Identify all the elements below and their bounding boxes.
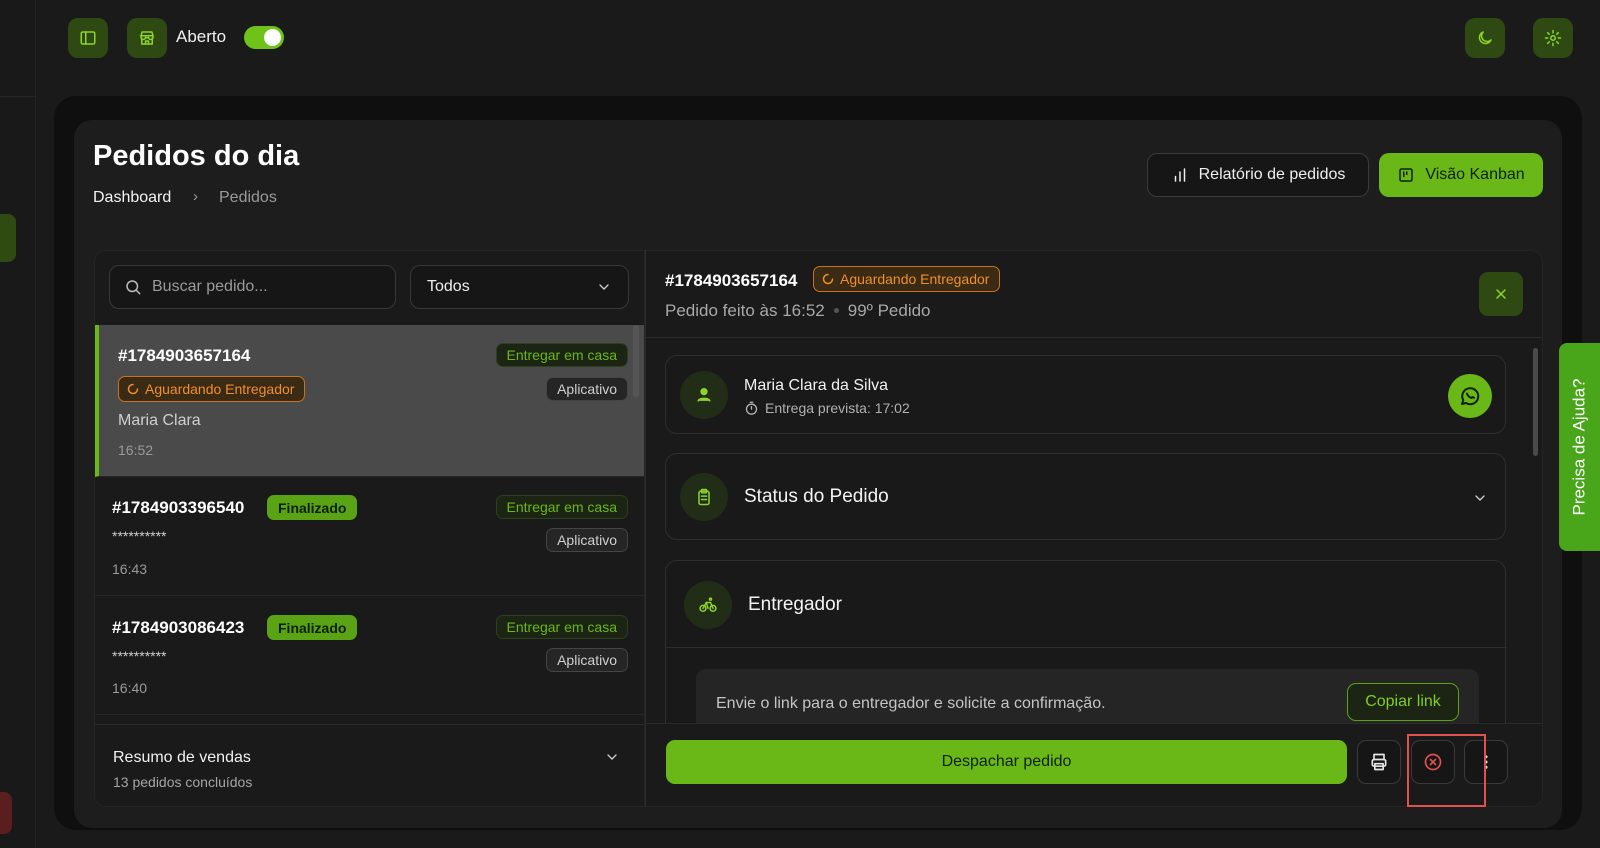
detail-status-badge: Aguardando Entregador <box>813 266 1001 292</box>
settings-button[interactable] <box>1533 18 1573 58</box>
dispatch-order-button[interactable]: Despachar pedido <box>666 740 1347 784</box>
order-status-badge: Finalizado <box>267 495 358 520</box>
status-section-icon-wrap <box>680 473 728 521</box>
order-list-item[interactable]: #1784903086423 Finalizado Entregar em ca… <box>95 596 644 715</box>
breadcrumb-current: Pedidos <box>219 189 277 206</box>
meta-separator <box>833 308 839 313</box>
delivery-type-chip: Entregar em casa <box>495 495 628 519</box>
delivery-type-chip: Entregar em casa <box>495 615 628 639</box>
chevron-down-icon <box>1475 495 1485 501</box>
sidebar-icon <box>80 31 96 45</box>
kanban-view-label: Visão Kanban <box>1425 166 1525 183</box>
kanban-icon <box>1399 168 1414 182</box>
customer-name: Maria Clara <box>118 412 201 429</box>
order-list-item[interactable]: #1784903396540 Finalizado Entregar em ca… <box>95 477 644 596</box>
close-icon <box>1496 289 1506 299</box>
gear-icon <box>1544 29 1562 47</box>
copy-link-button[interactable]: Copiar link <box>1347 683 1459 721</box>
courier-link-instructions: Envie o link para o entregador e solicit… <box>716 695 1106 712</box>
breadcrumb-dashboard[interactable]: Dashboard <box>93 189 171 207</box>
sales-summary[interactable]: Resumo de vendas 13 pedidos concluídos <box>95 724 644 806</box>
orders-list-panel: Todos #1784903657164 Entregar em casa Ag… <box>94 250 645 807</box>
sidebar-active-indicator[interactable] <box>0 214 16 262</box>
detail-header-divider <box>646 337 1542 338</box>
store-icon <box>140 31 154 45</box>
loading-icon <box>822 273 834 285</box>
bar-chart-icon <box>1174 168 1185 182</box>
search-box[interactable] <box>109 265 396 309</box>
search-input[interactable] <box>152 278 372 296</box>
sidebar-logout-indicator[interactable] <box>0 792 12 834</box>
sidebar-toggle-button[interactable] <box>68 18 108 58</box>
close-detail-button[interactable] <box>1479 272 1523 316</box>
page-title: Pedidos do dia <box>93 140 300 172</box>
moon-icon <box>1478 31 1492 45</box>
sidebar-collapsed <box>0 0 36 848</box>
cancel-button-highlight <box>1407 734 1486 807</box>
order-id: #1784903396540 <box>112 498 245 517</box>
sales-summary-title: Resumo de vendas <box>113 749 251 766</box>
clipboard-icon <box>698 488 710 506</box>
chevron-down-icon <box>599 284 609 290</box>
order-placed-time: Pedido feito às 16:52 <box>665 301 825 320</box>
search-icon <box>126 280 141 295</box>
customer-name: ********** <box>112 648 167 664</box>
help-tab[interactable]: Precisa de Ajuda? <box>1559 343 1600 551</box>
user-icon <box>697 388 711 402</box>
channel-chip: Aplicativo <box>546 528 628 552</box>
sales-summary-subtitle: 13 pedidos concluídos <box>113 774 253 790</box>
order-status-section[interactable]: Status do Pedido <box>665 453 1506 540</box>
delivery-eta: Entrega prevista: 17:02 <box>744 400 910 416</box>
orders-report-label: Relatório de pedidos <box>1198 166 1346 183</box>
order-status-badge: Aguardando Entregador <box>118 376 306 402</box>
detail-order-id: #1784903657164 <box>665 271 798 290</box>
order-detail-panel: #1784903657164 Aguardando Entregador Ped… <box>645 250 1543 807</box>
sidebar-divider <box>0 96 36 97</box>
store-open-toggle[interactable] <box>244 26 284 49</box>
printer-icon <box>1371 753 1387 771</box>
store-status-label: Aberto <box>176 27 227 46</box>
order-status-badge: Finalizado <box>267 615 358 640</box>
order-time: 16:40 <box>112 680 148 696</box>
order-id: #1784903657164 <box>118 346 251 365</box>
delivery-type-chip: Entregar em casa <box>495 343 628 367</box>
orders-report-button[interactable]: Relatório de pedidos <box>1147 153 1369 197</box>
theme-toggle-button[interactable] <box>1465 18 1505 58</box>
chevron-down-icon <box>607 754 617 760</box>
order-status-section-title: Status do Pedido <box>744 486 889 507</box>
customer-name: ********** <box>112 528 167 544</box>
order-id: #1784903086423 <box>112 618 245 637</box>
detail-status-label: Aguardando Entregador <box>840 271 990 287</box>
order-status-label: Aguardando Entregador <box>145 381 295 397</box>
whatsapp-icon <box>1461 387 1480 406</box>
channel-chip: Aplicativo <box>546 377 628 401</box>
store-button[interactable] <box>127 18 167 58</box>
customer-full-name: Maria Clara da Silva <box>744 377 889 394</box>
order-time: 16:43 <box>112 561 148 577</box>
breadcrumb-separator-icon: › <box>193 188 198 205</box>
customer-avatar <box>680 371 728 419</box>
order-sequence: 99º Pedido <box>847 301 931 320</box>
detail-meta: Pedido feito às 16:52 99º Pedido <box>665 301 931 321</box>
stopwatch-icon <box>745 401 758 415</box>
help-tab-label: Precisa de Ajuda? <box>1569 378 1589 516</box>
status-filter-value: Todos <box>427 278 470 295</box>
courier-section-icon-wrap <box>684 581 732 629</box>
order-list-item[interactable]: #1784903657164 Entregar em casa Aguardan… <box>95 325 644 477</box>
status-filter-select[interactable]: Todos <box>410 265 629 309</box>
kanban-view-button[interactable]: Visão Kanban <box>1379 153 1543 197</box>
print-button[interactable] <box>1357 740 1401 784</box>
channel-chip: Aplicativo <box>546 648 628 672</box>
courier-divider <box>666 647 1507 648</box>
orders-list-scrollbar[interactable] <box>633 325 639 397</box>
delivery-eta-text: Entrega prevista: 17:02 <box>765 400 910 416</box>
loading-icon <box>127 383 139 395</box>
detail-scrollbar[interactable] <box>1533 348 1538 456</box>
courier-section-title: Entregador <box>748 594 843 615</box>
bicycle-icon <box>699 597 717 612</box>
whatsapp-button[interactable] <box>1448 374 1492 418</box>
customer-card: Maria Clara da Silva Entrega prevista: 1… <box>665 355 1506 434</box>
order-time: 16:52 <box>118 442 154 458</box>
